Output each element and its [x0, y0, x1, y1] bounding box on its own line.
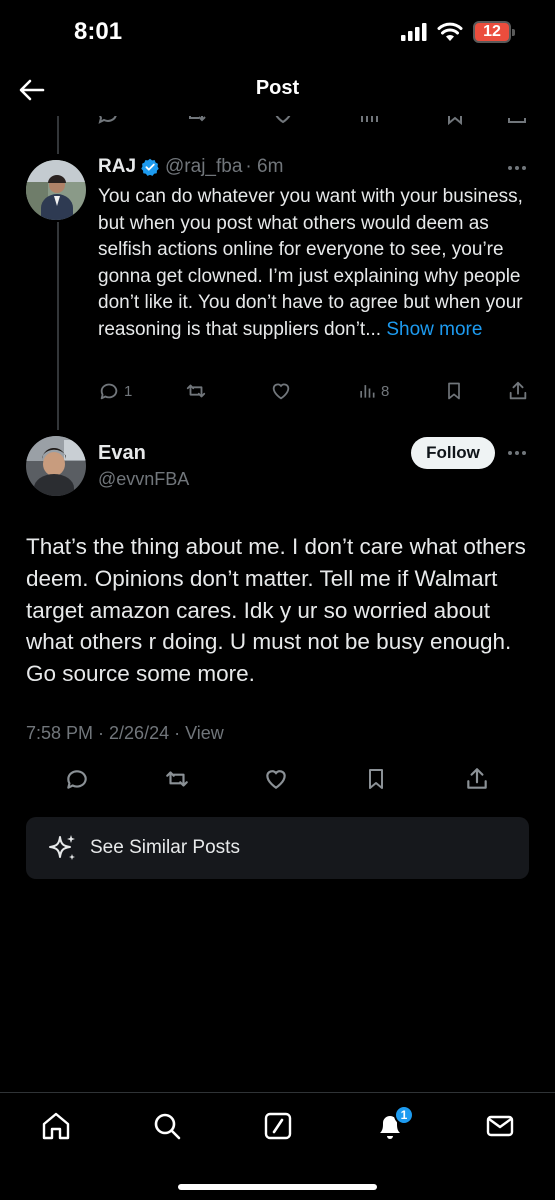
thread-line-bottom: [57, 222, 59, 430]
battery-icon: 12: [473, 21, 515, 43]
bookmark-icon: [448, 382, 460, 400]
like-action[interactable]: [270, 380, 292, 402]
author-name[interactable]: RAJ: [98, 156, 136, 178]
mail-icon: [486, 1115, 514, 1137]
share-icon: [509, 381, 527, 400]
retweet-action[interactable]: [184, 380, 208, 402]
share-action[interactable]: [464, 766, 490, 792]
follow-button[interactable]: Follow: [411, 437, 495, 469]
reply-icon: [100, 383, 118, 400]
avatar[interactable]: [26, 160, 86, 220]
reply-body: You can do whatever you want with your b…: [98, 186, 523, 340]
page-title: Post: [255, 77, 300, 99]
reply-action[interactable]: 1: [98, 380, 132, 402]
battery-level: 12: [483, 23, 501, 40]
retweet-icon: [186, 384, 206, 398]
retweet-icon: [166, 771, 188, 787]
view-count: 8: [381, 382, 390, 400]
views-action[interactable]: 8: [357, 380, 389, 402]
post-meta: 7:58 PM · 2/26/24 · View: [26, 723, 224, 743]
reply-header: RAJ @raj_fba · 6m: [98, 156, 283, 178]
author-name[interactable]: Evan: [98, 442, 146, 465]
avatar[interactable]: [26, 436, 86, 496]
tab-messages[interactable]: [478, 1107, 522, 1145]
status-bar: 8:01 12: [0, 0, 555, 66]
status-icons: 12: [401, 21, 515, 43]
views-icon: [360, 385, 375, 398]
see-similar-posts-button[interactable]: See Similar Posts: [26, 817, 529, 879]
nav-header: Post: [0, 66, 555, 116]
tab-notifications[interactable]: 1: [368, 1105, 414, 1145]
signal-icon: [401, 23, 427, 41]
reply-action[interactable]: [64, 766, 90, 792]
grok-icon: [264, 1112, 292, 1140]
bookmark-action[interactable]: [444, 380, 464, 402]
sparkle-icon: [49, 835, 75, 860]
search-icon: [154, 1113, 181, 1140]
bookmark-action[interactable]: [364, 766, 388, 792]
author-handle[interactable]: @raj_fba: [165, 156, 242, 178]
show-more-link[interactable]: Show more: [386, 319, 482, 340]
bottom-tab-bar: 1: [0, 1092, 555, 1200]
verified-badge-icon: [141, 158, 159, 176]
share-icon: [467, 768, 487, 789]
author-handle[interactable]: @evvnFBA: [98, 469, 189, 490]
retweet-action[interactable]: [163, 766, 191, 792]
tab-grok[interactable]: [256, 1107, 300, 1145]
wifi-icon: [437, 22, 463, 41]
home-indicator: [178, 1184, 377, 1190]
share-action[interactable]: [507, 380, 529, 402]
reply-text: You can do whatever you want with your b…: [98, 184, 538, 343]
tab-home[interactable]: [34, 1107, 78, 1145]
like-icon: [272, 383, 290, 400]
reply-icon: [67, 770, 87, 789]
reply-count: 1: [124, 382, 133, 400]
like-action[interactable]: [263, 766, 289, 792]
bookmark-icon: [369, 769, 383, 789]
more-options-icon[interactable]: [508, 166, 526, 170]
tab-search[interactable]: [145, 1107, 189, 1145]
status-time: 8:01: [74, 18, 123, 45]
more-options-icon[interactable]: [508, 451, 526, 455]
post-time: · 6m: [245, 156, 284, 177]
like-icon: [266, 770, 286, 789]
post-text: That’s the thing about me. I don’t care …: [26, 534, 526, 687]
notification-badge: 1: [394, 1105, 414, 1125]
home-icon: [42, 1112, 70, 1140]
similar-posts-label: See Similar Posts: [90, 837, 240, 858]
